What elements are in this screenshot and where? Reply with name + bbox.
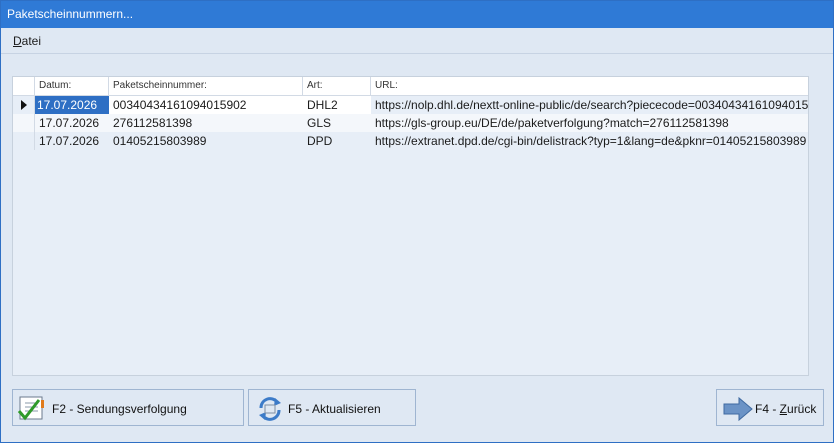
refresh-icon bbox=[259, 397, 281, 421]
cell-url[interactable]: https://extranet.dpd.de/cgi-bin/delistra… bbox=[371, 132, 808, 150]
row-indicator bbox=[13, 132, 35, 150]
header-indicator-cell bbox=[13, 77, 35, 95]
refresh-button-label: F5 - Aktualisieren bbox=[288, 402, 381, 416]
title-bar[interactable]: Paketscheinnummern... bbox=[1, 1, 833, 28]
header-datum[interactable]: Datum: bbox=[35, 77, 109, 95]
row-indicator bbox=[13, 96, 35, 114]
cell-date[interactable]: 17.07.2026 bbox=[35, 132, 109, 150]
menu-datei[interactable]: Datei bbox=[13, 34, 41, 48]
cell-date[interactable]: 17.07.2026 bbox=[35, 96, 109, 114]
cell-number[interactable]: 00340434161094015902 bbox=[109, 96, 303, 114]
cell-number[interactable]: 01405215803989 bbox=[109, 132, 303, 150]
cell-url[interactable]: https://gls-group.eu/DE/de/paketverfolgu… bbox=[371, 114, 808, 132]
checklist-icon bbox=[17, 396, 44, 421]
tracking-button[interactable]: F2 - Sendungsverfolgung bbox=[12, 389, 244, 426]
header-url[interactable]: URL: bbox=[371, 77, 808, 95]
back-button-label: F4 - Zurück bbox=[755, 402, 817, 416]
dialog-window: Paketscheinnummern... Datei Datum: Paket… bbox=[0, 0, 834, 443]
menu-datei-rest: atei bbox=[21, 34, 42, 48]
cell-url[interactable]: https://nolp.dhl.de/nextt-online-public/… bbox=[371, 96, 808, 114]
row-indicator bbox=[13, 114, 35, 132]
cell-type[interactable]: DHL2 bbox=[303, 96, 371, 114]
window-title: Paketscheinnummern... bbox=[7, 7, 134, 21]
menu-bar: Datei bbox=[1, 28, 833, 54]
tracking-button-label: F2 - Sendungsverfolgung bbox=[52, 402, 187, 416]
current-row-arrow-icon bbox=[21, 100, 27, 110]
cell-type[interactable]: GLS bbox=[303, 114, 371, 132]
menu-datei-mnemonic: D bbox=[13, 34, 22, 48]
header-art[interactable]: Art: bbox=[303, 77, 371, 95]
cell-type[interactable]: DPD bbox=[303, 132, 371, 150]
grid-header: Datum: Paketscheinnummer: Art: URL: bbox=[13, 77, 808, 96]
back-button[interactable]: F4 - Zurück bbox=[716, 389, 824, 426]
back-button-mnemonic: Z bbox=[779, 402, 788, 416]
header-paketscheinnummer[interactable]: Paketscheinnummer: bbox=[109, 77, 303, 95]
refresh-button[interactable]: F5 - Aktualisieren bbox=[248, 389, 416, 426]
table-row[interactable]: 17.07.2026 276112581398 GLS https://gls-… bbox=[13, 114, 808, 132]
cell-number[interactable]: 276112581398 bbox=[109, 114, 303, 132]
table-row[interactable]: 17.07.2026 00340434161094015902 DHL2 htt… bbox=[13, 96, 808, 114]
menu-divider bbox=[1, 53, 833, 54]
parcel-grid[interactable]: Datum: Paketscheinnummer: Art: URL: 17.0… bbox=[12, 76, 809, 376]
table-row[interactable]: 17.07.2026 01405215803989 DPD https://ex… bbox=[13, 132, 808, 150]
cell-date[interactable]: 17.07.2026 bbox=[35, 114, 109, 132]
arrow-right-icon bbox=[723, 396, 753, 422]
